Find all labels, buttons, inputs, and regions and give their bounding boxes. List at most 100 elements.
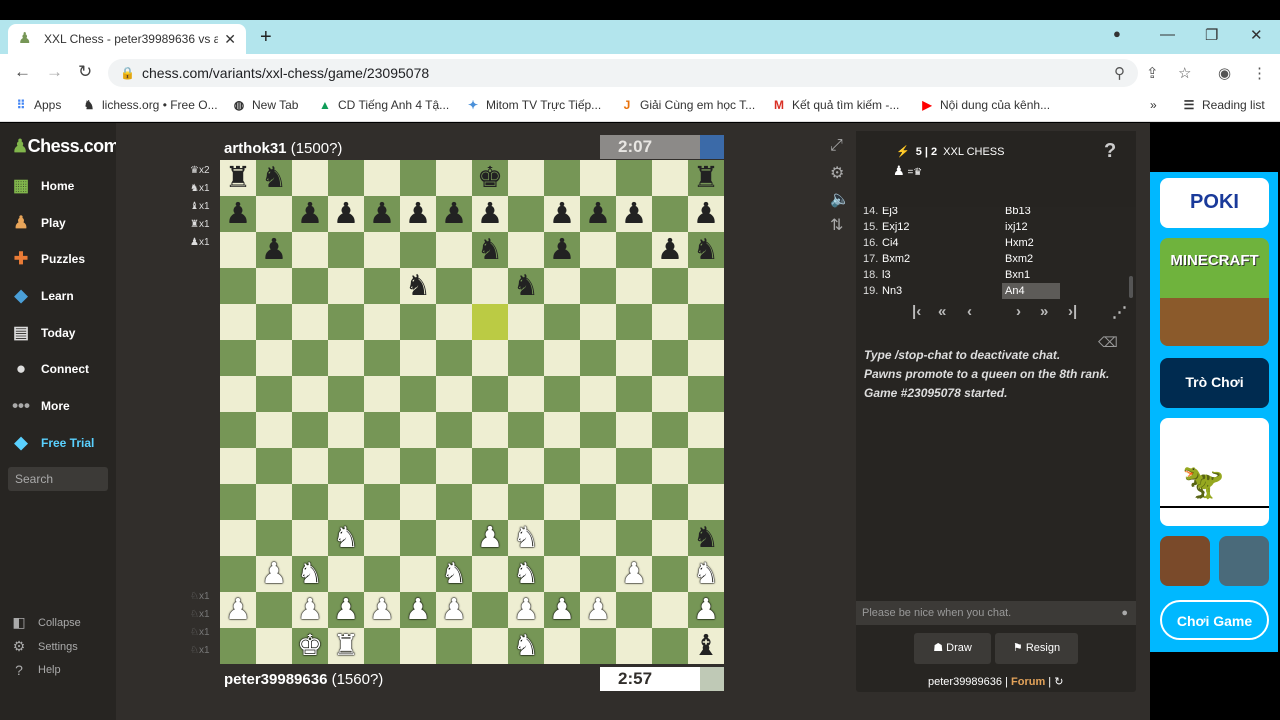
white-pawn-piece[interactable]: ♟ — [585, 592, 611, 628]
first-move-icon[interactable]: |‹ — [912, 303, 921, 320]
sidebar-item-home[interactable]: ▦ Home — [10, 174, 74, 198]
move-list-scrollbar[interactable] — [1129, 276, 1133, 298]
board-square[interactable]: ♞ — [508, 268, 544, 304]
board-square[interactable] — [328, 340, 364, 376]
board-square[interactable] — [472, 484, 508, 520]
board-settings-icon[interactable]: ⚙ — [830, 163, 844, 183]
board-square[interactable] — [364, 304, 400, 340]
board-square[interactable]: ♚ — [292, 628, 328, 664]
board-square[interactable] — [508, 484, 544, 520]
board-square[interactable] — [400, 628, 436, 664]
white-rook-piece[interactable]: ♜ — [333, 628, 359, 664]
board-square[interactable] — [652, 484, 688, 520]
board-square[interactable] — [400, 484, 436, 520]
board-square[interactable]: ♟ — [616, 556, 652, 592]
board-square[interactable] — [580, 160, 616, 196]
board-square[interactable]: ♟ — [400, 196, 436, 232]
white-pawn-piece[interactable]: ♟ — [261, 556, 287, 592]
board-square[interactable] — [436, 340, 472, 376]
white-pawn-piece[interactable]: ♟ — [225, 592, 251, 628]
board-square[interactable] — [364, 556, 400, 592]
board-square[interactable] — [580, 448, 616, 484]
board-square[interactable] — [652, 376, 688, 412]
black-pawn-piece[interactable]: ♟ — [549, 232, 575, 268]
black-move[interactable]: Bb13 — [1002, 207, 1034, 219]
board-square[interactable] — [652, 304, 688, 340]
board-square[interactable]: ♟ — [364, 196, 400, 232]
board-square[interactable]: ♟ — [688, 592, 724, 628]
sidebar-settings[interactable]: ⚙ Settings — [10, 638, 78, 655]
white-move[interactable]: Ci4 — [882, 235, 899, 251]
board-square[interactable]: ♜ — [220, 160, 256, 196]
next-5-moves-icon[interactable]: » — [1040, 303, 1048, 320]
board-square[interactable] — [580, 268, 616, 304]
white-king-piece[interactable]: ♚ — [297, 628, 323, 664]
sidebar-collapse[interactable]: ◧ Collapse — [10, 614, 80, 631]
board-square[interactable]: ♟ — [400, 592, 436, 628]
choi-game-button[interactable]: Chơi Game — [1160, 600, 1269, 640]
sidebar-item-more[interactable]: ••• More — [10, 394, 70, 418]
board-square[interactable] — [544, 520, 580, 556]
board-square[interactable]: ♟ — [256, 232, 292, 268]
last-move-icon[interactable]: ›| — [1068, 303, 1077, 320]
board-square[interactable] — [328, 412, 364, 448]
board-square[interactable] — [256, 340, 292, 376]
board-square[interactable] — [256, 376, 292, 412]
board-square[interactable] — [436, 268, 472, 304]
board-square[interactable] — [436, 628, 472, 664]
chess-board[interactable]: ♜ ♞ ♚ ♜ ♟ ♟ ♟ ♟ ♟ ♟ ♟ ♟ ♟ ♟ ♟ ♟ ♞ ♟ ♟ ♞ ♞ ♞ ♞ ♟ ♞ ♞ ♟ ♞ ♞ ♞ ♟ ♞ ♟ ♟ ♟ ♟ ♟ ♟ ♟ ♟… — [220, 160, 724, 664]
board-square[interactable] — [436, 484, 472, 520]
board-square[interactable] — [400, 448, 436, 484]
board-square[interactable]: ♞ — [256, 160, 292, 196]
black-pawn-piece[interactable]: ♟ — [585, 196, 611, 232]
profile-avatar-icon[interactable]: ◉ — [1218, 64, 1231, 82]
black-pawn-piece[interactable]: ♟ — [441, 196, 467, 232]
board-square[interactable] — [256, 304, 292, 340]
board-square[interactable] — [400, 376, 436, 412]
board-square[interactable] — [544, 412, 580, 448]
board-square[interactable] — [652, 268, 688, 304]
bottom-player-avatar[interactable] — [700, 667, 724, 691]
black-move[interactable]: Bxm2 — [1002, 251, 1036, 267]
board-square[interactable] — [652, 340, 688, 376]
back-icon[interactable]: ← — [14, 62, 31, 82]
board-square[interactable]: ♝ — [688, 628, 724, 664]
board-square[interactable] — [544, 160, 580, 196]
board-square[interactable] — [580, 520, 616, 556]
white-pawn-piece[interactable]: ♟ — [477, 520, 503, 556]
board-square[interactable]: ♟ — [328, 196, 364, 232]
board-square[interactable] — [616, 448, 652, 484]
black-knight-piece[interactable]: ♞ — [405, 268, 431, 304]
bottom-player[interactable]: peter39989636 (1560?) — [224, 671, 383, 688]
board-square[interactable] — [364, 376, 400, 412]
white-pawn-piece[interactable]: ♟ — [369, 592, 395, 628]
board-square[interactable] — [364, 520, 400, 556]
board-square[interactable]: ♟ — [652, 232, 688, 268]
board-square[interactable] — [472, 340, 508, 376]
white-knight-piece[interactable]: ♞ — [513, 628, 539, 664]
board-square[interactable] — [364, 268, 400, 304]
board-square[interactable] — [220, 448, 256, 484]
prev-5-moves-icon[interactable]: « — [938, 303, 946, 320]
board-square[interactable] — [256, 448, 292, 484]
board-square[interactable] — [256, 268, 292, 304]
close-window-icon[interactable]: ✕ — [1250, 26, 1263, 44]
board-square[interactable]: ♟ — [220, 592, 256, 628]
board-square[interactable] — [220, 628, 256, 664]
white-pawn-piece[interactable]: ♟ — [693, 592, 719, 628]
board-square[interactable] — [472, 628, 508, 664]
move-options-icon[interactable]: ⋰ — [1112, 303, 1127, 321]
board-square[interactable] — [544, 304, 580, 340]
black-knight-piece[interactable]: ♞ — [477, 232, 503, 268]
board-square[interactable] — [436, 412, 472, 448]
board-square[interactable] — [364, 448, 400, 484]
board-square[interactable] — [652, 196, 688, 232]
board-square[interactable] — [544, 448, 580, 484]
board-square[interactable] — [256, 484, 292, 520]
board-square[interactable] — [364, 232, 400, 268]
board-square[interactable]: ♟ — [688, 196, 724, 232]
board-square[interactable] — [616, 628, 652, 664]
white-move[interactable]: Nn3 — [882, 283, 902, 299]
board-square[interactable]: ♞ — [508, 556, 544, 592]
poki-logo-ad[interactable]: POKI — [1160, 178, 1269, 228]
